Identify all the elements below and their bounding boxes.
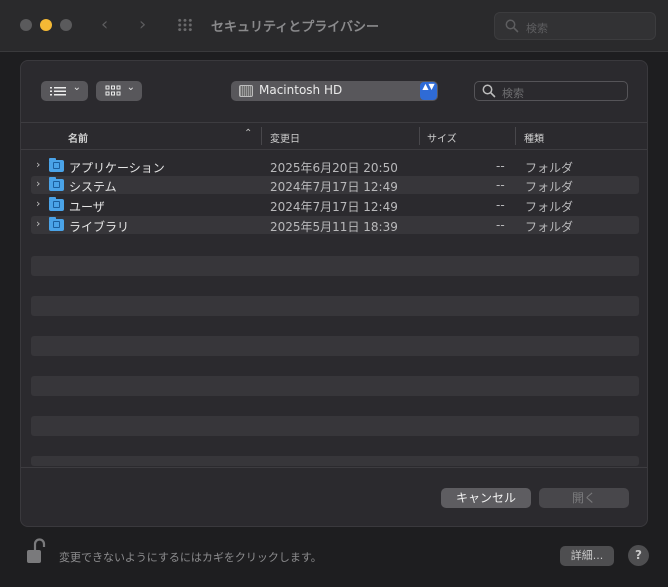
disclosure-triangle-icon[interactable]: › xyxy=(36,177,40,190)
list-view-button[interactable]: ⌄ xyxy=(41,81,88,101)
open-file-sheet: ⌄ ⌄ Macintosh HD ▲▼ 検索 名前 ⌃ 変更日 サイズ 種類 ›… xyxy=(20,60,648,527)
row-date: 2025年5月11日 18:39 xyxy=(270,220,398,234)
minimize-window-button[interactable] xyxy=(40,19,52,31)
column-divider[interactable] xyxy=(261,127,262,145)
column-header-kind[interactable]: 種類 xyxy=(524,130,544,145)
search-icon xyxy=(505,19,519,33)
table-row[interactable]: › アプリケーション 2025年6月20日 20:50 -- フォルダ xyxy=(31,157,639,175)
row-size: -- xyxy=(496,218,505,232)
open-button[interactable]: 開く xyxy=(539,488,629,508)
column-header-name[interactable]: 名前 xyxy=(68,130,88,145)
location-label: Macintosh HD xyxy=(259,83,343,97)
chevron-down-icon: ⌄ xyxy=(72,82,81,93)
table-row[interactable]: › ライブラリ 2025年5月11日 18:39 -- フォルダ xyxy=(31,216,639,234)
row-name: ライブラリ xyxy=(69,220,130,234)
file-table-header: 名前 ⌃ 変更日 サイズ 種類 xyxy=(21,122,647,150)
list-view-icon xyxy=(50,87,66,96)
row-date: 2024年7月17日 12:49 xyxy=(270,200,398,214)
window-titlebar: ‹ › セキュリティとプライバシー 検索 xyxy=(0,0,668,52)
column-header-date[interactable]: 変更日 xyxy=(270,130,300,145)
sheet-search-field[interactable]: 検索 xyxy=(474,81,628,101)
empty-row xyxy=(31,376,639,396)
preferences-search-field[interactable]: 検索 xyxy=(494,12,656,40)
lock-status-text: 変更できないようにするにはカギをクリックします。 xyxy=(59,551,322,564)
table-row[interactable]: › ユーザ 2024年7月17日 12:49 -- フォルダ xyxy=(31,196,639,214)
chevron-down-icon: ⌄ xyxy=(126,82,135,93)
preferences-search-placeholder: 検索 xyxy=(526,22,548,35)
column-header-size[interactable]: サイズ xyxy=(427,130,457,145)
empty-row xyxy=(31,336,639,356)
row-name: ユーザ xyxy=(69,200,105,214)
grid-view-icon xyxy=(105,85,121,96)
row-size: -- xyxy=(496,159,505,173)
row-name: システム xyxy=(69,180,117,194)
table-row[interactable]: › システム 2024年7月17日 12:49 -- フォルダ xyxy=(31,176,639,194)
popup-stepper-icon: ▲▼ xyxy=(420,82,437,100)
row-kind: フォルダ xyxy=(525,220,574,234)
sheet-footer-divider xyxy=(21,467,647,468)
back-button[interactable]: ‹ xyxy=(101,14,108,36)
window-title: セキュリティとプライバシー xyxy=(211,20,379,35)
users-folder-icon xyxy=(49,197,64,211)
forward-button[interactable]: › xyxy=(139,14,146,36)
row-name: アプリケーション xyxy=(69,161,165,175)
disclosure-triangle-icon[interactable]: › xyxy=(36,158,40,171)
row-size: -- xyxy=(496,178,505,192)
empty-row xyxy=(31,456,639,466)
disclosure-triangle-icon[interactable]: › xyxy=(36,217,40,230)
empty-row xyxy=(31,296,639,316)
column-divider[interactable] xyxy=(515,127,516,145)
row-date: 2025年6月20日 20:50 xyxy=(270,161,398,175)
search-icon xyxy=(482,84,496,98)
column-divider[interactable] xyxy=(419,127,420,145)
help-button[interactable]: ? xyxy=(628,545,649,566)
sheet-search-placeholder: 検索 xyxy=(502,87,524,100)
row-size: -- xyxy=(496,198,505,212)
system-folder-icon xyxy=(49,177,64,191)
cancel-button[interactable]: キャンセル xyxy=(441,488,531,508)
row-kind: フォルダ xyxy=(525,200,574,214)
show-all-grid-icon[interactable] xyxy=(177,18,193,32)
group-view-button[interactable]: ⌄ xyxy=(96,81,142,101)
close-window-button[interactable] xyxy=(20,19,32,31)
row-kind: フォルダ xyxy=(525,180,574,194)
location-popup[interactable]: Macintosh HD ▲▼ xyxy=(231,81,438,101)
applications-folder-icon xyxy=(49,158,64,172)
zoom-window-button[interactable] xyxy=(60,19,72,31)
row-date: 2024年7月17日 12:49 xyxy=(270,180,398,194)
sort-ascending-icon: ⌃ xyxy=(244,128,253,139)
hard-disk-icon xyxy=(239,85,253,97)
disclosure-triangle-icon[interactable]: › xyxy=(36,197,40,210)
row-kind: フォルダ xyxy=(525,161,574,175)
details-button[interactable]: 詳細... xyxy=(560,546,614,566)
empty-row xyxy=(31,256,639,276)
empty-row xyxy=(31,416,639,436)
library-folder-icon xyxy=(49,217,64,231)
lock-open-icon[interactable] xyxy=(26,537,46,565)
